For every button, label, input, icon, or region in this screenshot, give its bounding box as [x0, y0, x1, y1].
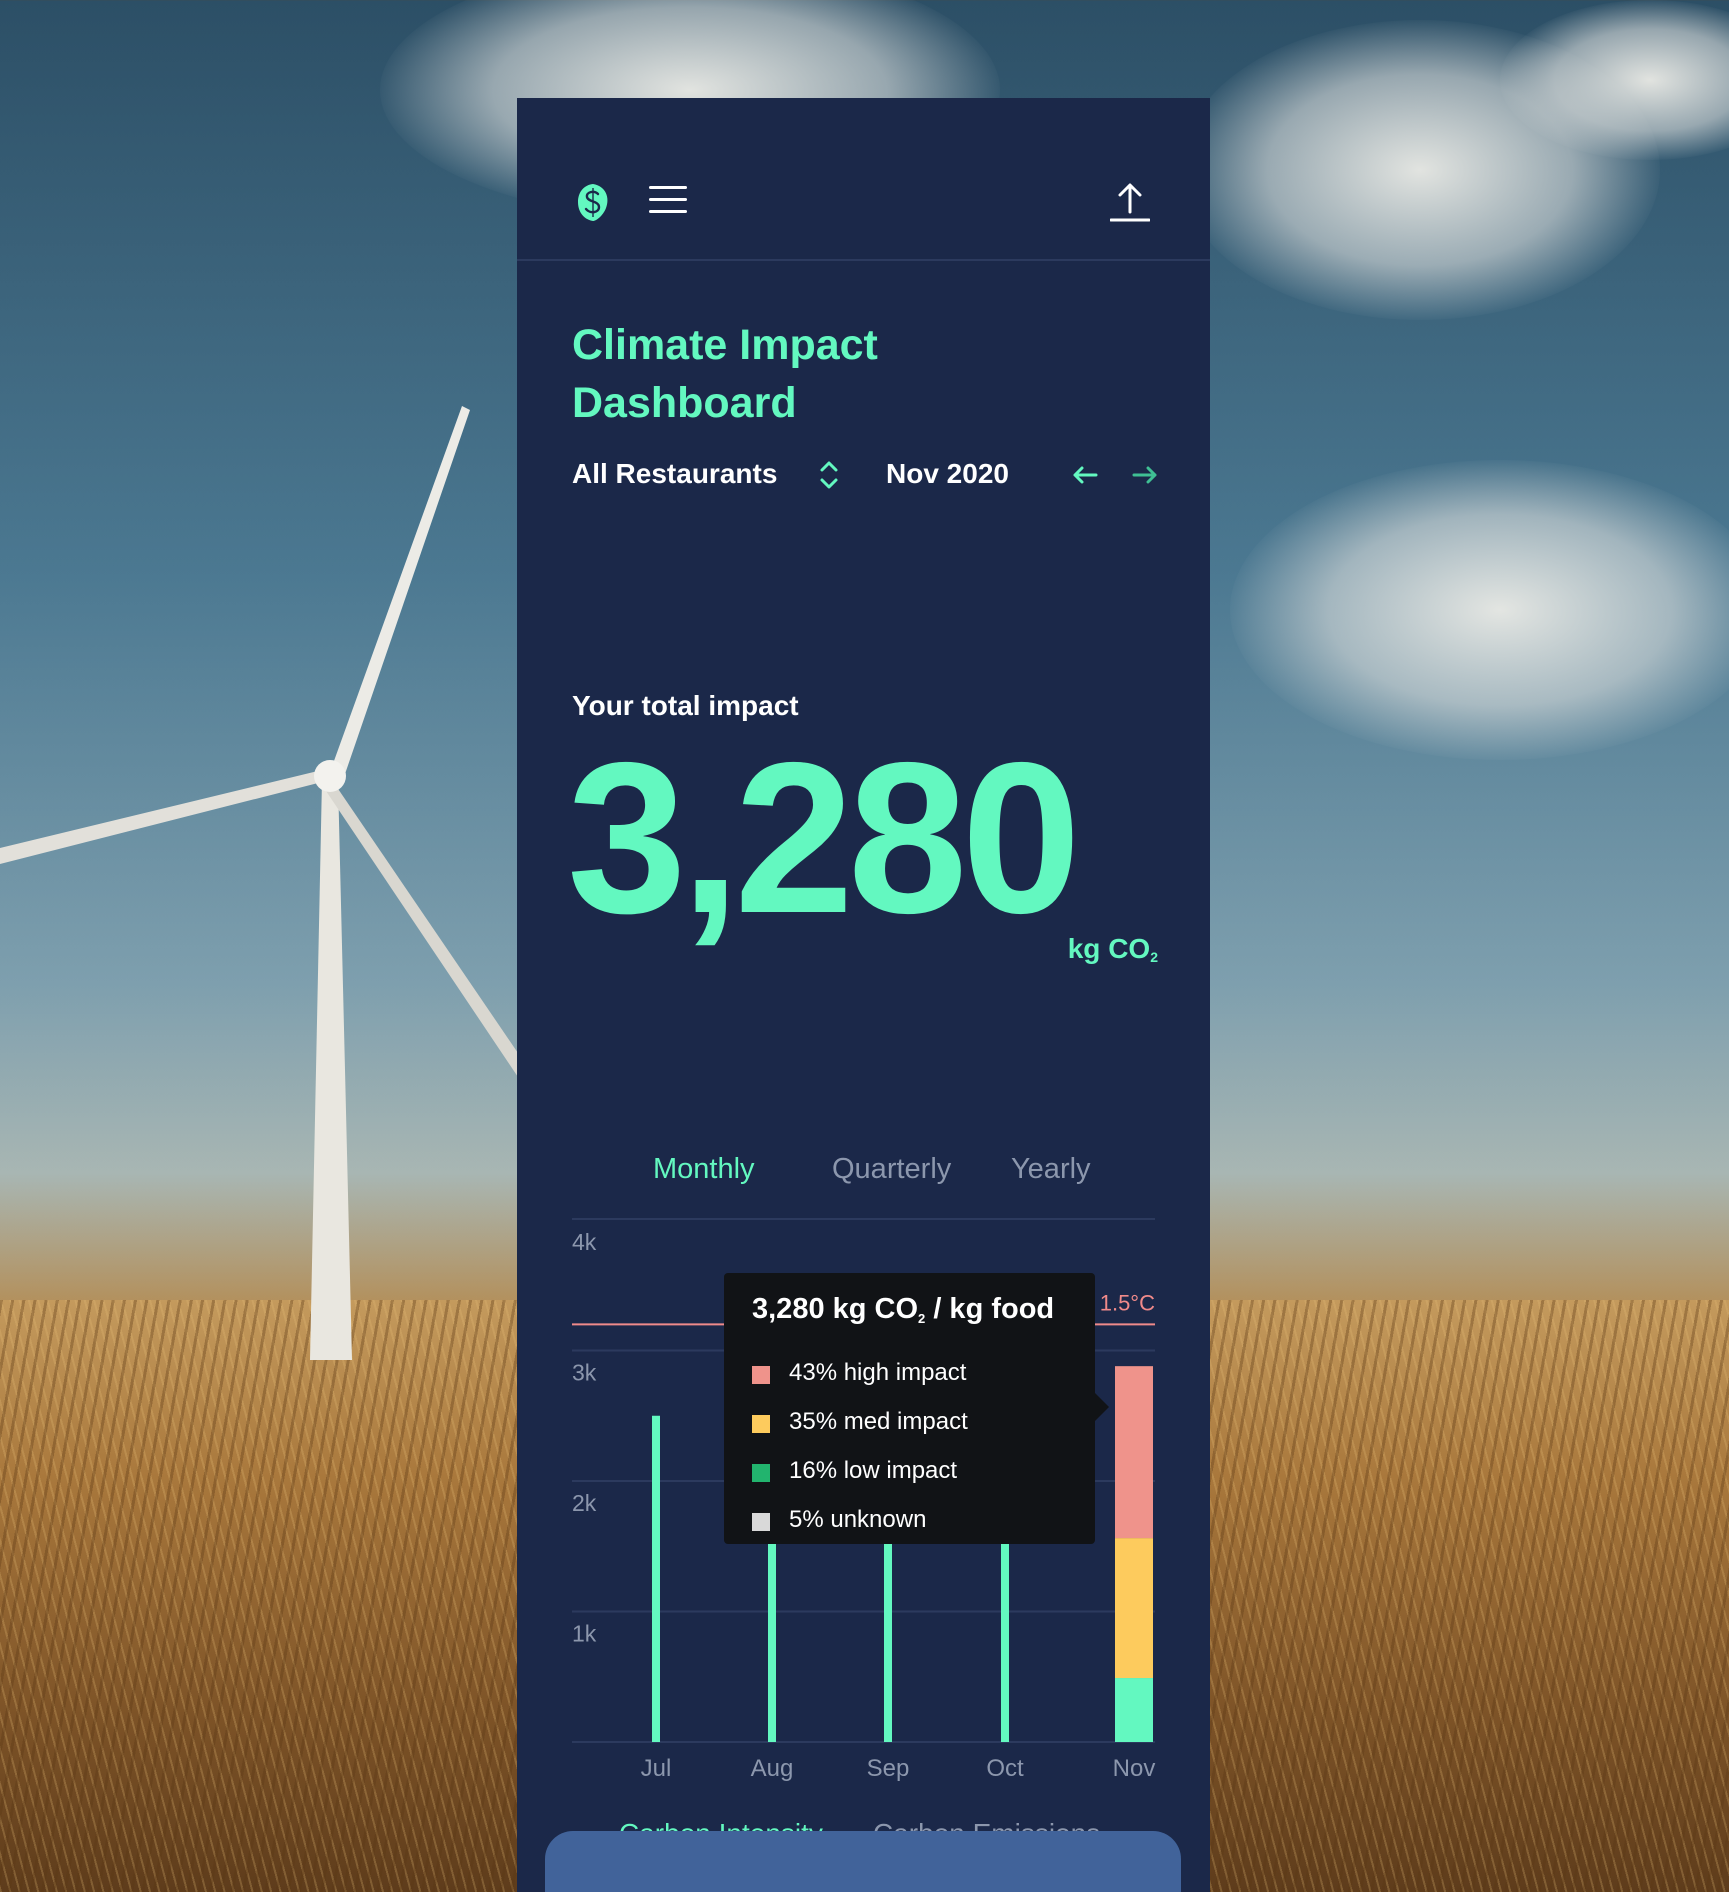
- legend-swatch-high: [752, 1366, 770, 1384]
- x-tick-label: Jul: [641, 1755, 672, 1782]
- legend-swatch-unknown: [752, 1513, 770, 1531]
- y-tick-label: 4k: [572, 1229, 597, 1255]
- total-impact-value: 3,280: [567, 717, 1081, 958]
- restaurant-selector[interactable]: All Restaurants: [572, 458, 777, 490]
- tooltip-title: 3,280 kg CO2 / kg food: [752, 1293, 1055, 1326]
- x-tick-label: Nov: [1113, 1755, 1156, 1782]
- stacked-bar-segment-high-impact: [1115, 1366, 1153, 1539]
- x-tick-label: Aug: [751, 1755, 794, 1782]
- period-label: Nov 2020: [886, 458, 1009, 489]
- upload-icon[interactable]: [1110, 182, 1150, 222]
- legend-swatch-low: [752, 1464, 770, 1482]
- bottom-card[interactable]: [545, 1831, 1181, 1892]
- tab-monthly[interactable]: Monthly: [653, 1153, 755, 1186]
- wind-turbine-image: [0, 406, 520, 1360]
- x-tick-label: Sep: [867, 1755, 910, 1782]
- page-title: Climate Impact Dashboard: [572, 316, 1072, 432]
- next-period-arrow-icon[interactable]: [1130, 460, 1160, 490]
- y-tick-label: 1k: [572, 1621, 597, 1647]
- page-title-line2: Dashboard: [572, 379, 797, 427]
- hamburger-menu-icon[interactable]: [649, 186, 687, 216]
- period-tabs: Monthly Quarterly Yearly: [572, 1138, 1155, 1220]
- filter-bar: All Restaurants Nov 2020: [572, 458, 1172, 498]
- select-toggle-icon[interactable]: [817, 458, 841, 492]
- stacked-bar-segment-med-impact: [1115, 1538, 1153, 1679]
- stacked-bar-segment-low-impact: [1115, 1678, 1153, 1742]
- top-bar: [517, 98, 1210, 261]
- bar-jul: [652, 1415, 660, 1742]
- x-tick-label: Oct: [986, 1755, 1024, 1782]
- previous-period-arrow-icon[interactable]: [1070, 460, 1100, 490]
- bar-tooltip: 3,280 kg CO2 / kg food 43% high impact 3…: [724, 1273, 1109, 1544]
- total-impact-unit: kg CO2: [1067, 933, 1158, 965]
- background-cloud: [1230, 460, 1729, 760]
- tab-yearly[interactable]: Yearly: [1011, 1153, 1091, 1186]
- legend-swatch-med: [752, 1415, 770, 1433]
- leaf-s-logo-icon[interactable]: [576, 182, 610, 222]
- page-title-line1: Climate Impact: [572, 321, 878, 369]
- dashboard-panel: Climate Impact Dashboard All Restaurants…: [517, 98, 1210, 1892]
- y-tick-label: 2k: [572, 1490, 597, 1516]
- reference-line-label: 1.5°C: [1100, 1290, 1155, 1315]
- tab-quarterly[interactable]: Quarterly: [832, 1153, 951, 1186]
- y-tick-label: 3k: [572, 1360, 597, 1386]
